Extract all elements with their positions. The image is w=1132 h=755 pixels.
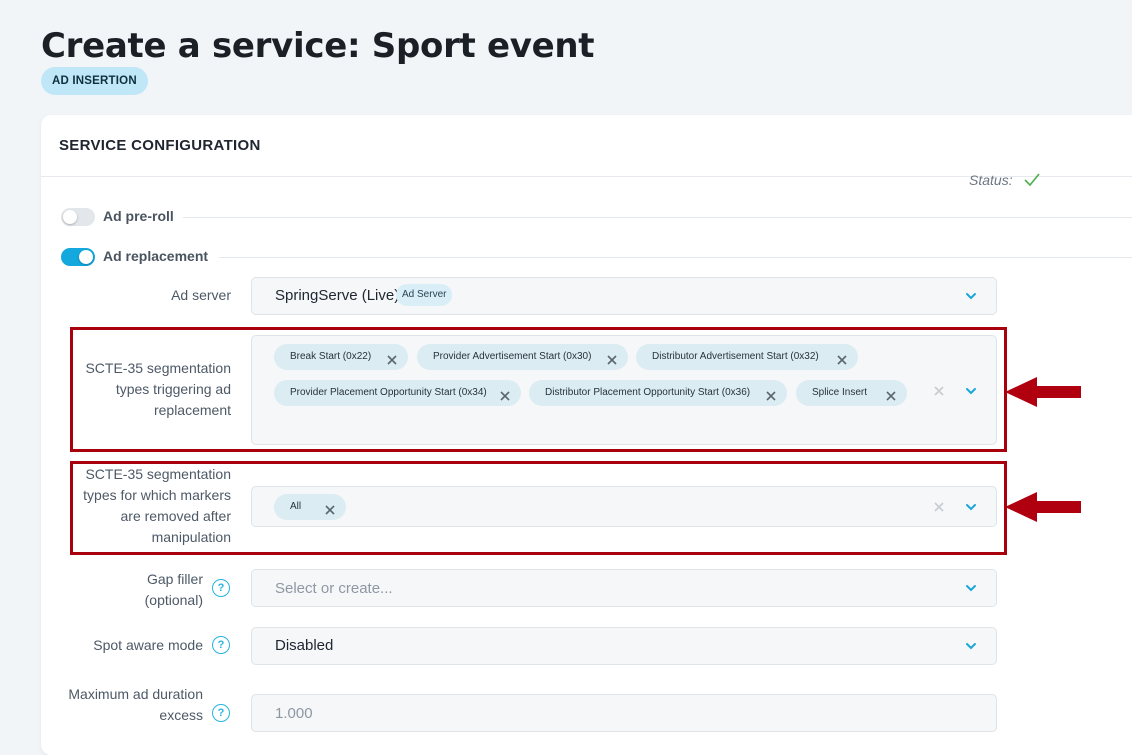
spot-aware-select[interactable]: Disabled xyxy=(251,627,997,665)
max-ad-duration-value: 1.000 xyxy=(275,705,313,722)
ad-preroll-toggle[interactable] xyxy=(61,208,95,226)
chevron-down-icon[interactable] xyxy=(964,639,978,653)
help-icon[interactable]: ? xyxy=(212,704,230,722)
card-title: SERVICE CONFIGURATION xyxy=(59,137,261,154)
ad-replacement-toggle[interactable] xyxy=(61,248,95,266)
spot-aware-label: Spot aware mode xyxy=(93,637,203,653)
max-ad-duration-label: Maximum ad duration excess xyxy=(68,686,203,723)
check-icon xyxy=(1023,171,1041,189)
help-icon[interactable]: ? xyxy=(212,636,230,654)
ad-server-status-label: Status: xyxy=(969,172,1013,188)
section-divider xyxy=(219,257,1132,258)
annotation-arrow-icon xyxy=(1005,492,1081,522)
page-title: Create a service: Sport event xyxy=(41,26,595,66)
max-ad-duration-input[interactable]: 1.000 xyxy=(251,694,997,732)
ad-server-select[interactable]: SpringServe (Live) Ad Server xyxy=(251,277,997,315)
annotation-arrow-icon xyxy=(1005,377,1081,407)
section-divider xyxy=(183,217,1132,218)
spot-aware-value: Disabled xyxy=(275,637,334,654)
toggle-knob xyxy=(79,250,93,264)
ad-replacement-row: Ad replacement xyxy=(61,246,1132,268)
ad-preroll-row: Ad pre-roll xyxy=(61,206,1132,228)
ad-server-label: Ad server xyxy=(171,287,231,303)
ad-replacement-label: Ad replacement xyxy=(103,248,209,264)
toggle-knob xyxy=(63,210,77,224)
ad-server-tag: Ad Server xyxy=(396,284,453,306)
gap-filler-label: Gap filler (optional) xyxy=(144,571,203,608)
highlight-box-scte-triggering xyxy=(70,327,1007,452)
gap-filler-placeholder: Select or create... xyxy=(275,580,393,597)
ad-preroll-label: Ad pre-roll xyxy=(103,208,174,224)
chevron-down-icon[interactable] xyxy=(964,289,978,303)
ad-server-value: SpringServe (Live) xyxy=(275,287,400,304)
gap-filler-select[interactable]: Select or create... xyxy=(251,569,997,607)
highlight-box-scte-removed xyxy=(70,461,1007,555)
chevron-down-icon[interactable] xyxy=(964,581,978,595)
help-icon[interactable]: ? xyxy=(212,579,230,597)
service-type-badge: AD INSERTION xyxy=(41,67,148,95)
